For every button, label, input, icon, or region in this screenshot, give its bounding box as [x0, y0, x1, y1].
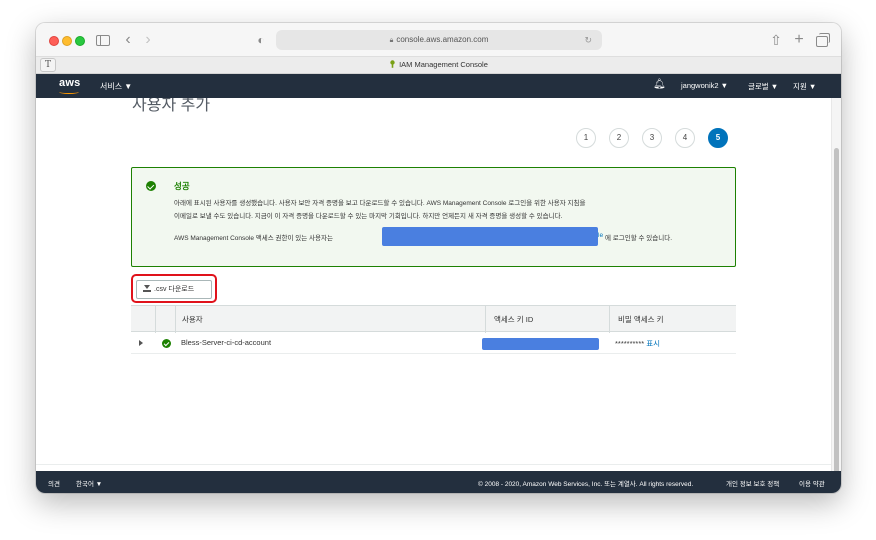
console-signin-prefix: AWS Management Console 액세스 권한이 있는 사용자는 — [174, 235, 333, 242]
step-4: 4 — [675, 128, 695, 148]
bell-icon[interactable]: 🔔︎ — [653, 79, 666, 90]
close-window-button[interactable] — [49, 36, 59, 46]
table-row: Bless-Server-ci-cd-account ********** 표시 — [131, 332, 736, 354]
redacted-access-key-id — [482, 338, 599, 350]
show-secret-link[interactable]: 표시 — [646, 339, 660, 348]
address-bar[interactable]: 🔒︎ console.aws.amazon.com ↻ — [276, 30, 602, 50]
privacy-shield-icon[interactable]: ◐ — [254, 32, 268, 48]
reload-icon[interactable]: ↻ — [584, 30, 592, 50]
feedback-link[interactable]: 의견 — [48, 478, 60, 488]
header-user: 사용자 — [175, 306, 485, 333]
user-name-cell: Bless-Server-ci-cd-account — [181, 338, 272, 347]
back-icon[interactable]: ‹ — [122, 32, 134, 48]
iam-favicon-icon — [390, 60, 395, 68]
expand-caret-icon[interactable] — [139, 340, 143, 346]
sidebar-icon[interactable] — [96, 35, 110, 46]
zoom-window-button[interactable] — [75, 36, 85, 46]
services-menu[interactable]: 서비스 ▼ — [100, 81, 132, 92]
signin-url-link[interactable]: le — [598, 232, 603, 239]
address-url: console.aws.amazon.com — [396, 35, 489, 44]
main-content: 사용자 추가 1 2 3 4 5 성공 아래에 표시된 사용자를 생성했습니다.… — [36, 98, 831, 493]
browser-toolbar: ‹ › ◐ 🔒︎ console.aws.amazon.com ↻ ⇧ + — [36, 23, 841, 57]
privacy-policy-link[interactable]: 개인 정보 보호 정책 — [726, 478, 779, 488]
tab-bar: T IAM Management Console — [36, 57, 841, 74]
content-divider — [36, 464, 831, 465]
row-success-icon — [162, 339, 171, 348]
forward-icon[interactable]: › — [142, 32, 154, 48]
secret-key-mask: ********** — [615, 339, 645, 348]
scrollbar[interactable] — [831, 98, 841, 493]
success-title: 성공 — [174, 181, 190, 191]
success-check-icon — [146, 181, 156, 191]
account-menu[interactable]: jangwonik2 ▼ — [681, 81, 728, 90]
tab-overview-icon[interactable] — [814, 32, 830, 48]
secret-key-cell: ********** 표시 — [615, 338, 660, 349]
language-selector[interactable]: 한국어 ▼ — [76, 478, 102, 488]
page-title: 사용자 추가 — [132, 98, 211, 114]
aws-logo-smile — [59, 90, 79, 94]
header-expand-col — [131, 306, 155, 333]
step-5-active: 5 — [708, 128, 728, 148]
console-footer: 의견 한국어 ▼ © 2008 - 2020, Amazon Web Servi… — [36, 471, 841, 493]
support-menu[interactable]: 지원 ▼ — [793, 81, 816, 92]
tab-title: IAM Management Console — [399, 60, 488, 69]
red-highlight-annotation — [131, 274, 217, 303]
success-alert: 성공 아래에 표시된 사용자를 생성했습니다. 사용자 보안 자격 증명을 보고… — [131, 167, 736, 267]
table-header: 사용자 액세스 키 ID 비밀 액세스 키 — [131, 305, 736, 333]
step-3: 3 — [642, 128, 662, 148]
copyright-text: © 2008 - 2020, Amazon Web Services, Inc.… — [478, 481, 694, 488]
success-message-line-1: 아래에 표시된 사용자를 생성했습니다. 사용자 보안 자격 증명을 보고 다운… — [174, 200, 586, 207]
region-menu[interactable]: 글로벌 ▼ — [748, 81, 778, 92]
console-signin-suffix: 에 로그인할 수 있습니다. — [605, 235, 673, 242]
minimize-window-button[interactable] — [62, 36, 72, 46]
lock-icon: 🔒︎ — [389, 37, 394, 44]
browser-window: ‹ › ◐ 🔒︎ console.aws.amazon.com ↻ ⇧ + T I… — [36, 23, 841, 493]
new-tab-icon[interactable]: + — [792, 32, 806, 48]
scrollbar-thumb[interactable] — [834, 148, 839, 488]
active-tab[interactable]: IAM Management Console — [36, 60, 841, 69]
success-message-line-2: 이메일로 보낼 수도 있습니다. 지금이 이 자격 증명을 다운로드할 수 있는… — [174, 213, 563, 220]
share-icon[interactable]: ⇧ — [769, 32, 783, 48]
terms-link[interactable]: 이용 약관 — [799, 478, 825, 488]
aws-nav-bar: aws 서비스 ▼ 🔔︎ jangwonik2 ▼ 글로벌 ▼ 지원 ▼ — [36, 74, 841, 98]
step-2: 2 — [609, 128, 629, 148]
aws-logo[interactable]: aws — [59, 77, 80, 89]
header-access-key-id: 액세스 키 ID — [485, 306, 609, 333]
redacted-signin-url — [382, 227, 598, 246]
step-1: 1 — [576, 128, 596, 148]
header-secret-access-key: 비밀 액세스 키 — [609, 306, 736, 333]
header-status-col — [155, 306, 175, 333]
